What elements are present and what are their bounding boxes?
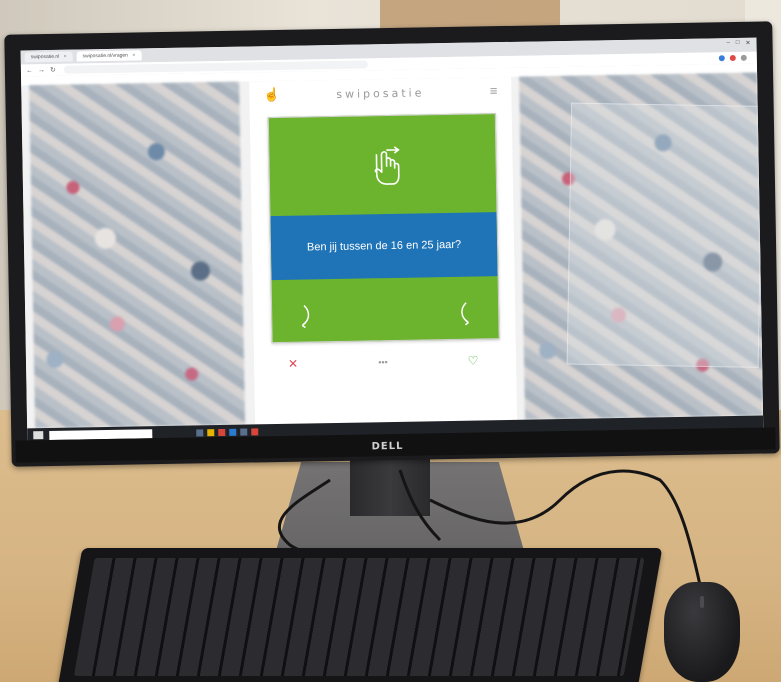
close-window-icon[interactable]: ✕ bbox=[745, 40, 750, 47]
background-photo-left bbox=[29, 81, 246, 429]
question-counter bbox=[269, 120, 495, 124]
hand-icon[interactable]: ☝ bbox=[263, 87, 279, 103]
browser-tab[interactable]: swiposatie.nl × bbox=[24, 51, 73, 63]
question-band: Ben jij tussen de 16 en 25 jaar? bbox=[270, 212, 498, 281]
close-icon[interactable]: × bbox=[64, 54, 67, 60]
taskbar-app-icon[interactable] bbox=[240, 428, 248, 436]
extension-icon[interactable] bbox=[740, 54, 747, 61]
close-icon[interactable]: × bbox=[132, 52, 135, 58]
extension-icons bbox=[718, 54, 747, 62]
monitor-stand-neck bbox=[350, 456, 430, 516]
mouse-wheel bbox=[700, 596, 704, 608]
answer-actions: ✕ ••• ♡ bbox=[254, 349, 516, 378]
forward-icon[interactable]: → bbox=[38, 67, 45, 74]
browser-tab-label: swiposatie.nl/vragen bbox=[82, 52, 128, 60]
back-icon[interactable]: ← bbox=[26, 67, 33, 74]
extension-icon[interactable] bbox=[718, 55, 725, 62]
question-text: Ben jij tussen de 16 en 25 jaar? bbox=[306, 238, 462, 254]
swipe-right-arrow-icon bbox=[461, 302, 469, 326]
taskbar-apps bbox=[196, 427, 259, 436]
minimize-icon[interactable]: – bbox=[726, 40, 729, 47]
question-card[interactable]: Ben jij tussen de 16 en 25 jaar? bbox=[267, 113, 500, 344]
reload-icon[interactable]: ↻ bbox=[50, 66, 56, 74]
start-button[interactable] bbox=[33, 431, 44, 440]
disagree-button[interactable]: ✕ bbox=[284, 357, 302, 371]
taskbar-app-icon[interactable] bbox=[229, 428, 237, 436]
taskbar-app-icon[interactable] bbox=[196, 428, 204, 436]
maximize-icon[interactable]: □ bbox=[736, 40, 740, 47]
taskbar-app-icon[interactable] bbox=[207, 428, 215, 436]
screen: swiposatie.nl × swiposatie.nl/vragen × –… bbox=[20, 37, 764, 443]
photo-scene: swiposatie.nl × swiposatie.nl/vragen × –… bbox=[0, 0, 781, 682]
mouse bbox=[664, 582, 740, 682]
skip-button[interactable]: ••• bbox=[374, 355, 392, 369]
taskbar-app-icon[interactable] bbox=[218, 428, 226, 436]
swipe-hand-icon bbox=[374, 146, 400, 185]
agree-heart-button[interactable]: ♡ bbox=[464, 353, 482, 368]
keyboard bbox=[57, 548, 663, 682]
swipe-app: ☝ swiposatie ≡ Ben jij tussen de 16 en 2… bbox=[249, 76, 518, 425]
browser-tab-active[interactable]: swiposatie.nl/vragen × bbox=[76, 50, 142, 62]
dell-logo: DELL bbox=[371, 440, 404, 453]
web-page: ☝ swiposatie ≡ Ben jij tussen de 16 en 2… bbox=[21, 72, 764, 429]
brand-logo: swiposatie bbox=[336, 85, 425, 101]
extension-icon[interactable] bbox=[729, 54, 736, 62]
window-controls: – □ ✕ bbox=[726, 40, 750, 47]
keyboard-keys bbox=[73, 558, 645, 676]
browser-tab-label: swiposatie.nl bbox=[30, 53, 60, 61]
hamburger-menu-icon[interactable]: ≡ bbox=[490, 83, 498, 98]
swipe-left-arrow-icon bbox=[301, 305, 310, 329]
photo-overlay bbox=[566, 102, 764, 368]
monitor: swiposatie.nl × swiposatie.nl/vragen × –… bbox=[4, 21, 780, 467]
app-header: ☝ swiposatie ≡ bbox=[249, 77, 511, 110]
taskbar-app-icon[interactable] bbox=[251, 427, 259, 435]
